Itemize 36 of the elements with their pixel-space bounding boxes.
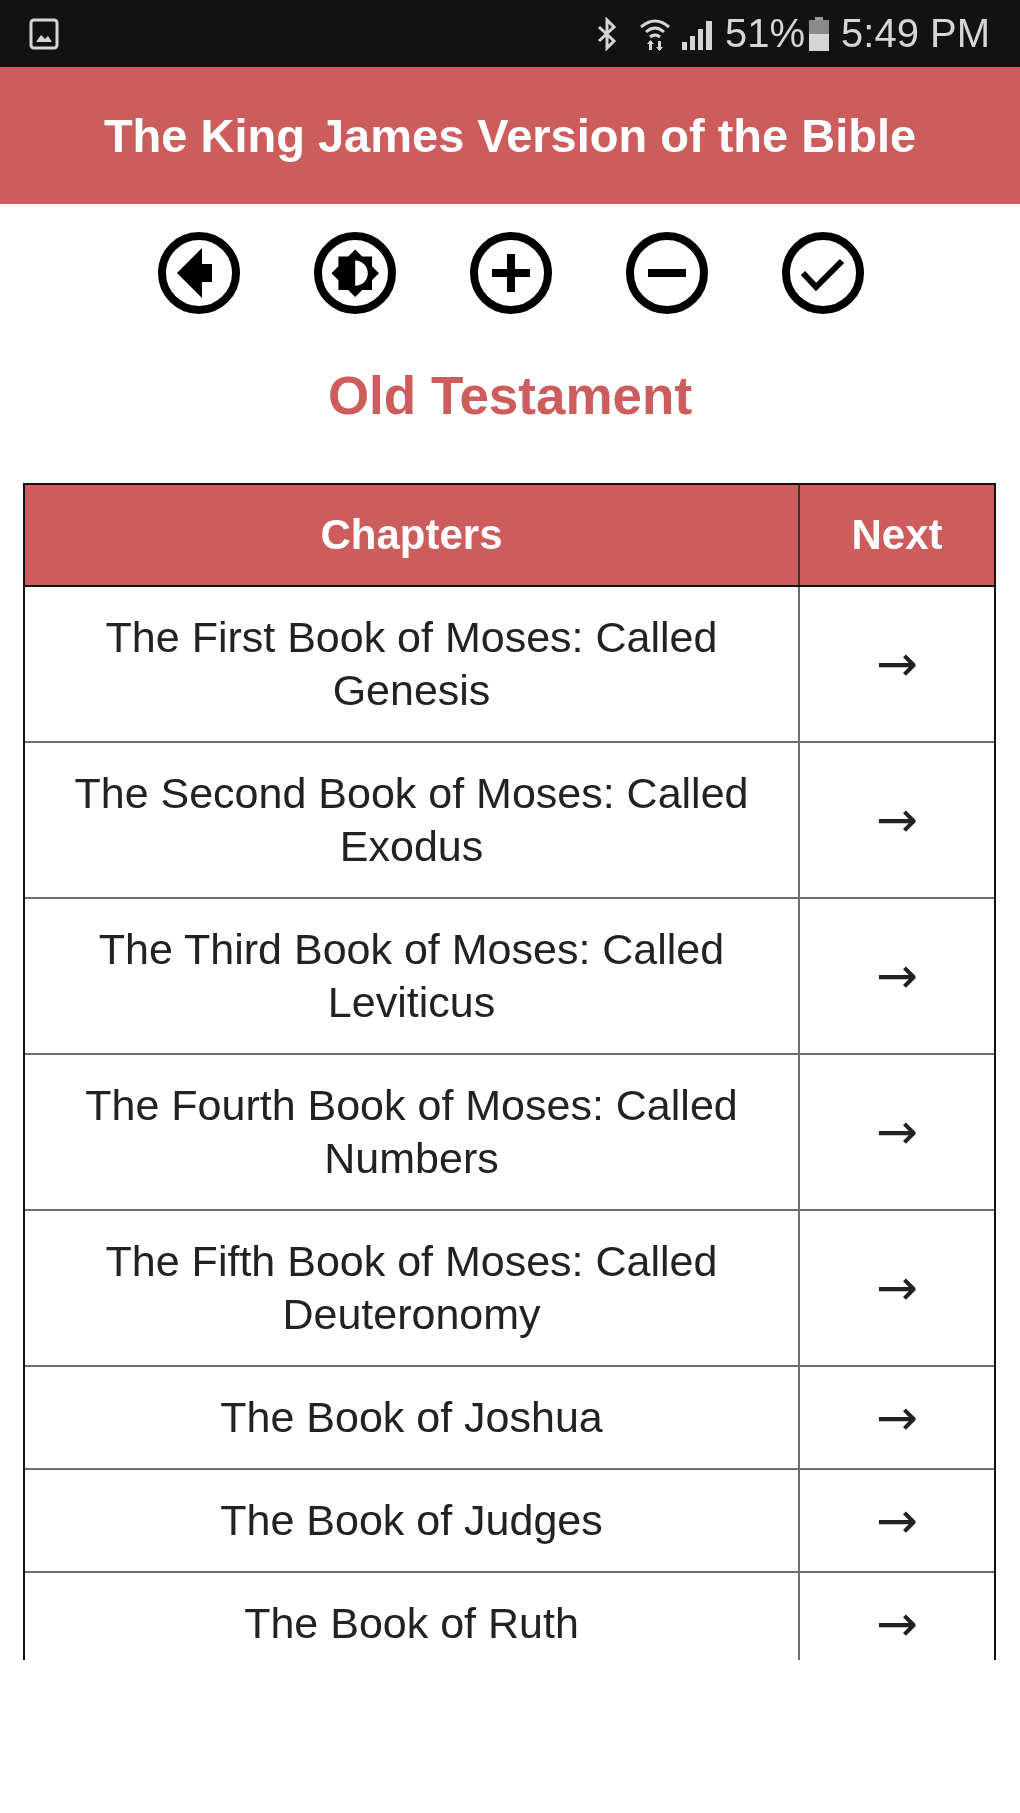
next-link[interactable]: →	[876, 1388, 918, 1447]
confirm-button[interactable]	[781, 231, 865, 315]
zoom-out-button[interactable]	[625, 231, 709, 315]
section-title: Old Testament	[327, 365, 693, 427]
chapter-title: The Book of Ruth	[244, 1598, 579, 1649]
chapter-title: The Fifth Book of Moses: Called Deuteronomy	[104, 1236, 719, 1340]
column-header: Next	[851, 511, 943, 559]
brightness-button[interactable]	[313, 231, 397, 315]
chapter-title: The Second Book of Moses: Called Exodus	[73, 768, 750, 872]
chapter-title: The Book of Joshua	[220, 1392, 603, 1443]
clock-time: 5:49 PM	[841, 11, 990, 56]
battery-percentage: 51%	[724, 11, 806, 56]
next-link[interactable]: →	[876, 1594, 918, 1653]
minus-icon	[625, 231, 709, 315]
chapter-title: The Fourth Book of Moses: Called Numbers	[84, 1080, 739, 1184]
battery-icon	[809, 16, 830, 51]
bluetooth-icon	[596, 16, 617, 51]
next-link[interactable]: →	[876, 1103, 918, 1161]
zoom-in-button[interactable]	[469, 231, 553, 315]
chapter-title: The First Book of Moses: Called Genesis	[104, 612, 719, 716]
next-link[interactable]: →	[876, 947, 918, 1005]
next-link[interactable]: →	[876, 1259, 918, 1317]
next-link[interactable]: →	[876, 1491, 918, 1550]
back-icon	[157, 231, 241, 315]
back-button[interactable]	[157, 231, 241, 315]
app-title: The King James Version of the Bible	[103, 108, 917, 163]
next-link[interactable]: →	[876, 635, 918, 693]
brightness-icon	[313, 231, 397, 315]
wifi-icon	[638, 16, 671, 51]
check-icon	[781, 231, 865, 315]
chapter-title: The Book of Judges	[220, 1495, 603, 1546]
column-header: Chapters	[320, 511, 503, 559]
plus-icon	[469, 231, 553, 315]
next-link[interactable]: →	[876, 791, 918, 849]
chapter-title: The Third Book of Moses: Called Leviticus	[97, 924, 726, 1028]
image-icon	[29, 17, 59, 50]
